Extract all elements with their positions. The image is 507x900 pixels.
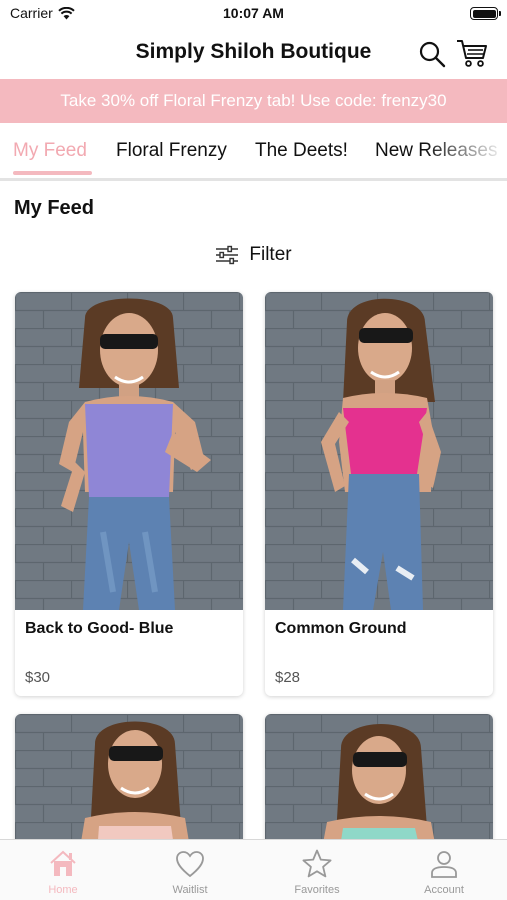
tab-waitlist-label: Waitlist — [172, 884, 208, 896]
filter-label: Filter — [249, 244, 292, 265]
star-icon — [302, 849, 332, 878]
tab-home-label: Home — [48, 884, 78, 896]
tab-home[interactable]: Home — [0, 840, 126, 900]
category-tabs: My Feed Floral Frenzy The Deets! New Rel… — [0, 123, 507, 179]
product-card[interactable] — [265, 714, 493, 854]
tab-account[interactable]: Account — [381, 840, 507, 900]
status-bar: Carrier 10:07 AM — [0, 0, 507, 28]
tab-my-feed[interactable]: My Feed — [13, 140, 87, 162]
tab-favorites-label: Favorites — [294, 884, 340, 896]
feed-title: My Feed — [14, 197, 95, 219]
tab-floral-frenzy[interactable]: Floral Frenzy — [116, 140, 227, 162]
product-card[interactable] — [15, 714, 243, 854]
tab-new-releases[interactable]: New Releases — [375, 140, 498, 162]
product-price: $28 — [275, 669, 301, 686]
product-name: Back to Good- Blue — [25, 620, 174, 637]
tab-waitlist[interactable]: Waitlist — [127, 840, 253, 900]
product-photo — [15, 292, 243, 610]
tab-account-label: Account — [424, 884, 464, 896]
filter-icon — [216, 245, 239, 265]
tabs-divider — [0, 178, 507, 181]
search-icon[interactable] — [418, 40, 446, 68]
product-photo — [265, 714, 493, 854]
person-icon — [431, 851, 457, 878]
product-card[interactable]: Common Ground $28 — [265, 292, 493, 696]
navigation-bar: Simply Shiloh Boutique — [0, 28, 507, 78]
cart-icon[interactable] — [456, 38, 488, 68]
promo-text: Take 30% off Floral Frenzy tab! Use code… — [60, 91, 447, 110]
heart-icon — [176, 851, 204, 878]
tab-the-deets[interactable]: The Deets! — [255, 140, 348, 162]
product-name: Common Ground — [275, 620, 407, 637]
product-price: $30 — [25, 669, 51, 686]
status-time: 10:07 AM — [223, 5, 284, 21]
product-photo — [265, 292, 493, 610]
battery-icon — [470, 7, 501, 20]
home-icon — [50, 850, 76, 876]
tab-favorites[interactable]: Favorites — [254, 840, 380, 900]
promo-banner[interactable]: Take 30% off Floral Frenzy tab! Use code… — [0, 79, 507, 123]
bottom-tab-bar: Home Waitlist Favorites Account — [0, 839, 507, 900]
product-photo — [15, 714, 243, 854]
filter-button[interactable]: Filter — [0, 244, 507, 266]
product-card[interactable]: Back to Good- Blue $30 — [15, 292, 243, 696]
active-tab-indicator — [13, 171, 92, 175]
